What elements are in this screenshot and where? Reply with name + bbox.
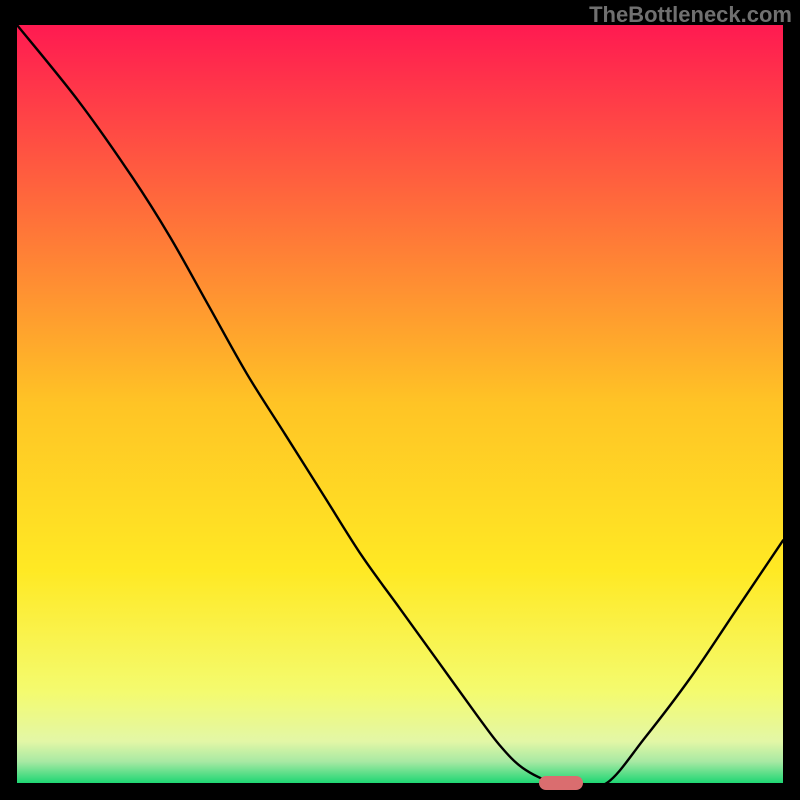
watermark-text: TheBottleneck.com [589,2,792,28]
plot-area [17,25,783,783]
bottleneck-curve [17,25,783,783]
chart-frame: TheBottleneck.com [0,0,800,800]
optimal-point-marker [539,776,583,790]
